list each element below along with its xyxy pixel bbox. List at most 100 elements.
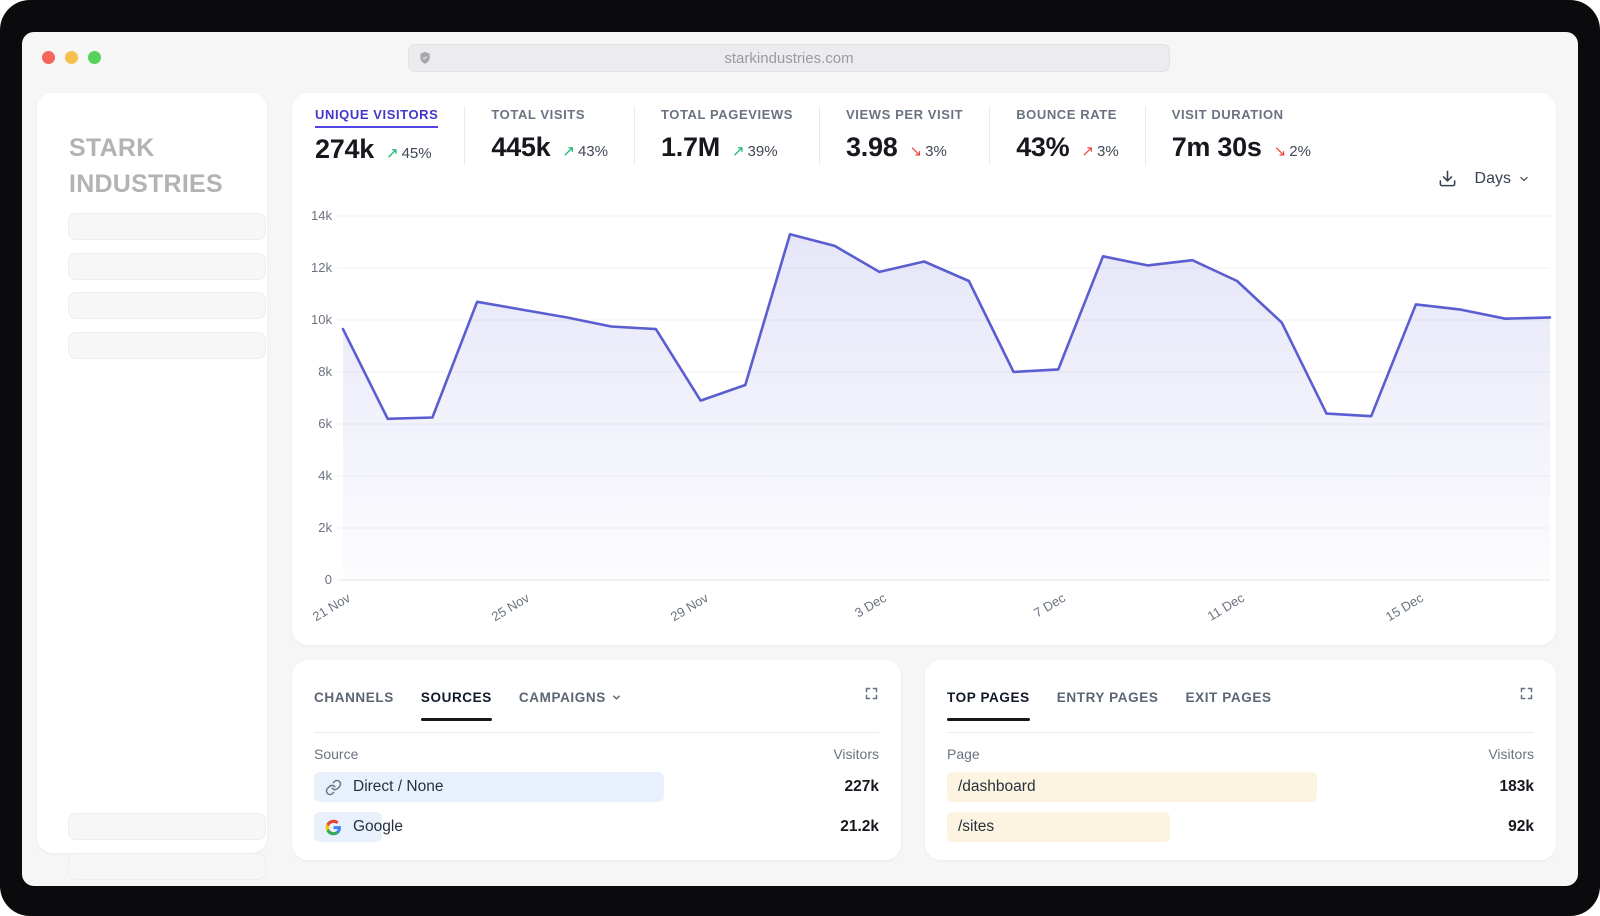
stat-delta: ↗39% xyxy=(732,142,778,160)
pages-panel: TOP PAGES ENTRY PAGES EXIT PAGES Page Visi… xyxy=(925,660,1556,860)
link-icon xyxy=(325,779,342,796)
column-page: Page xyxy=(947,746,980,762)
chart-svg xyxy=(292,93,1556,645)
tab-label: ENTRY PAGES xyxy=(1057,690,1159,705)
y-axis-tick: 4k xyxy=(296,468,332,483)
stat-views-per-visit[interactable]: VIEWS PER VISIT 3.98↘3% xyxy=(820,106,990,165)
y-axis-tick: 12k xyxy=(296,260,332,275)
stat-visit-duration[interactable]: VISIT DURATION7m 30s↘2% xyxy=(1146,106,1337,165)
stat-label: VIEWS PER VISIT xyxy=(846,107,963,126)
expand-icon[interactable] xyxy=(864,686,879,706)
arrow-up-right-icon: ↗ xyxy=(732,142,745,160)
table-row[interactable]: /sites92k xyxy=(947,812,1534,842)
tab-exit-pages[interactable]: EXIT PAGES xyxy=(1185,690,1271,705)
tabs-divider xyxy=(947,732,1534,733)
stat-value: 43% xyxy=(1016,132,1069,163)
tab-label: CAMPAIGNS xyxy=(519,690,606,705)
y-axis-tick: 2k xyxy=(296,520,332,535)
pages-rows: /dashboard 183k/sites92k xyxy=(947,772,1534,842)
stat-delta: ↗43% xyxy=(562,142,608,160)
tab-campaigns[interactable]: CAMPAIGNS xyxy=(519,690,622,705)
arrow-down-right-icon: ↘ xyxy=(1274,142,1287,160)
area-fill xyxy=(343,234,1550,580)
y-axis-tick: 14k xyxy=(296,208,332,223)
expand-icon[interactable] xyxy=(1519,686,1534,706)
sources-rows: Direct / None227k Google21.2k xyxy=(314,772,879,842)
tab-channels[interactable]: CHANNELS xyxy=(314,690,394,705)
column-visitors: Visitors xyxy=(833,746,879,762)
chevron-down-icon xyxy=(1518,173,1530,185)
interval-dropdown[interactable]: Days xyxy=(1475,170,1530,188)
y-axis-tick: 6k xyxy=(296,416,332,431)
row-label: Direct / None xyxy=(314,778,443,796)
table-header: Page Visitors xyxy=(947,746,1534,762)
stat-delta-value: 2% xyxy=(1289,143,1311,160)
stat-label: TOTAL PAGEVIEWS xyxy=(661,107,793,126)
y-axis-tick: 8k xyxy=(296,364,332,379)
tab-label: EXIT PAGES xyxy=(1185,690,1271,705)
sources-panel: CHANNELS SOURCES CAMPAIGNS Source Visitors… xyxy=(292,660,901,860)
tab-label: CHANNELS xyxy=(314,690,394,705)
pages-tabs: TOP PAGES ENTRY PAGES EXIT PAGES xyxy=(947,688,1534,706)
row-label-text: /dashboard xyxy=(958,778,1036,796)
table-row[interactable]: /dashboard 183k xyxy=(947,772,1534,802)
row-value: 183k xyxy=(1500,778,1534,796)
sidebar-placeholder[interactable] xyxy=(68,813,266,840)
tab-sources[interactable]: SOURCES xyxy=(421,690,492,705)
arrow-up-right-icon: ↗ xyxy=(562,142,575,160)
x-axis-tick: 25 Nov xyxy=(464,590,532,639)
stat-delta: ↘3% xyxy=(910,142,947,160)
stat-bounce-rate[interactable]: BOUNCE RATE 43% ↗3% xyxy=(990,106,1146,165)
sidebar-placeholder[interactable] xyxy=(68,292,266,319)
tab-entry-pages[interactable]: ENTRY PAGES xyxy=(1057,690,1159,705)
analytics-card: UNIQUE VISITORS274k↗45%TOTAL VISITS445k↗… xyxy=(292,93,1556,645)
stat-value: 445k xyxy=(491,132,550,163)
x-axis-tick: 11 Dec xyxy=(1179,590,1247,639)
row-value: 21.2k xyxy=(840,818,879,836)
stat-unique-visitors[interactable]: UNIQUE VISITORS274k↗45% xyxy=(315,106,465,165)
maximize-button[interactable] xyxy=(88,51,101,64)
stat-delta-value: 45% xyxy=(402,145,432,162)
stat-delta: ↗3% xyxy=(1081,142,1118,160)
stat-total-visits[interactable]: TOTAL VISITS445k↗43% xyxy=(465,106,635,165)
tab-top-pages[interactable]: TOP PAGES xyxy=(947,690,1030,705)
brand-line-2: INDUSTRIES xyxy=(69,167,267,203)
stat-value-row: 7m 30s ↘2% xyxy=(1172,132,1311,163)
stat-value-row: 3.98↘3% xyxy=(846,132,963,163)
tab-label: TOP PAGES xyxy=(947,690,1030,705)
sidebar-placeholder[interactable] xyxy=(68,332,266,359)
stat-label: BOUNCE RATE xyxy=(1016,107,1117,126)
sidebar-placeholder[interactable] xyxy=(68,853,266,880)
x-axis-tick: 29 Nov xyxy=(643,590,711,639)
sidebar-placeholder[interactable] xyxy=(68,253,266,280)
minimize-button[interactable] xyxy=(65,51,78,64)
visitors-area-chart: 02k4k6k8k10k12k14k21 Nov25 Nov29 Nov3 De… xyxy=(292,93,1556,645)
google-icon xyxy=(325,819,342,836)
sidebar-placeholder[interactable] xyxy=(68,213,266,240)
row-label: /dashboard xyxy=(947,778,1036,796)
stat-value: 7m 30s xyxy=(1172,132,1262,163)
sidebar: STARK INDUSTRIES xyxy=(37,93,267,853)
x-axis-tick: 7 Dec xyxy=(1000,590,1068,639)
table-row[interactable]: Direct / None227k xyxy=(314,772,879,802)
stat-delta-value: 3% xyxy=(925,143,947,160)
table-header: Source Visitors xyxy=(314,746,879,762)
interval-label: Days xyxy=(1475,170,1511,188)
table-row[interactable]: Google21.2k xyxy=(314,812,879,842)
stat-value-row: 1.7M ↗39% xyxy=(661,132,793,163)
chevron-down-icon xyxy=(611,692,622,703)
x-axis-tick: 21 Nov xyxy=(292,590,353,639)
url-bar[interactable]: starkindustries.com xyxy=(408,44,1170,72)
stat-delta-value: 39% xyxy=(748,143,778,160)
arrow-up-right-icon: ↗ xyxy=(1081,142,1094,160)
y-axis-tick: 0 xyxy=(296,572,332,587)
stat-delta-value: 3% xyxy=(1097,143,1119,160)
stat-delta: ↘2% xyxy=(1274,142,1311,160)
download-icon[interactable] xyxy=(1438,169,1457,188)
stat-total-pageviews[interactable]: TOTAL PAGEVIEWS 1.7M ↗39% xyxy=(635,106,820,165)
close-button[interactable] xyxy=(42,51,55,64)
stat-value: 1.7M xyxy=(661,132,720,163)
brand-logo: STARK INDUSTRIES xyxy=(69,131,267,202)
column-visitors: Visitors xyxy=(1488,746,1534,762)
brand-line-1: STARK xyxy=(69,131,267,167)
